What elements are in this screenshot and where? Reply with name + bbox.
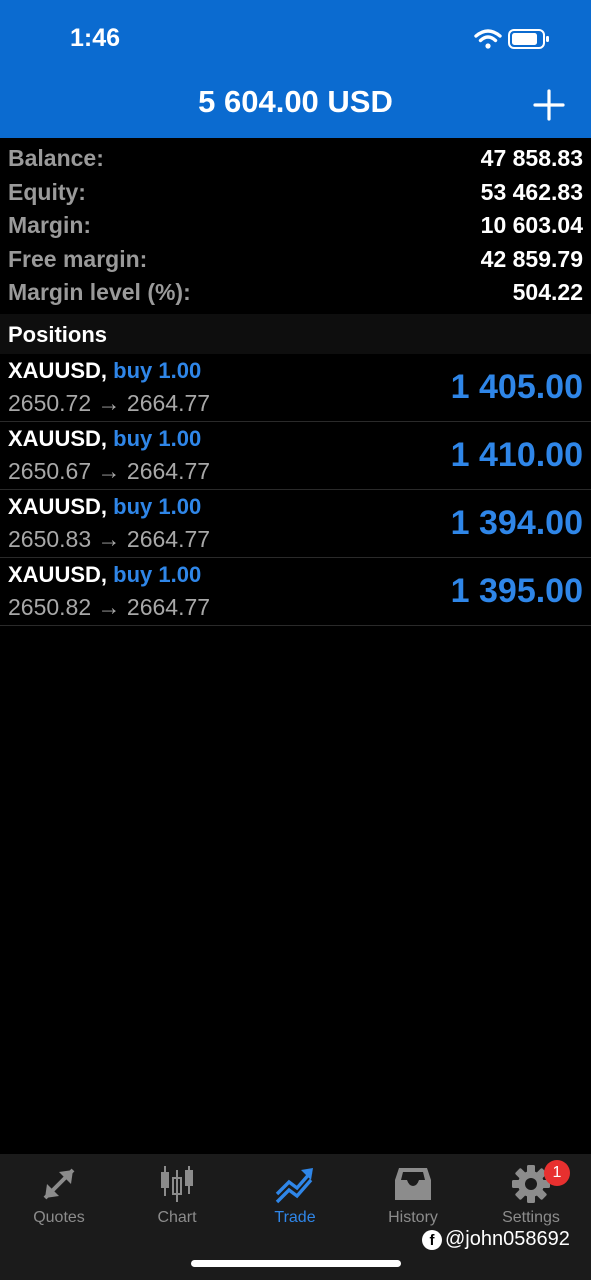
tab-label: Chart — [157, 1209, 197, 1226]
settings-notification-badge: 1 — [544, 1160, 570, 1186]
tab-label: Settings — [502, 1209, 560, 1226]
position-type: buy 1.00 — [113, 358, 202, 383]
position-title: XAUUSD, buy 1.00 — [8, 494, 201, 520]
facebook-icon: f — [422, 1229, 442, 1250]
positions-heading: Positions — [8, 322, 108, 347]
summary-row-margin-level: Margin level (%): 504.22 — [0, 276, 591, 310]
position-symbol: XAUUSD, — [8, 562, 108, 587]
account-summary: Balance: 47 858.83 Equity: 53 462.83 Mar… — [0, 142, 591, 310]
summary-value: 53 462.83 — [480, 178, 583, 205]
summary-label: Margin level (%): — [8, 279, 191, 306]
quotes-arrows-icon — [43, 1168, 75, 1200]
status-time: 1:46 — [70, 24, 121, 52]
summary-row-margin: Margin: 10 603.04 — [0, 209, 591, 243]
tab-label: Trade — [274, 1209, 316, 1226]
position-prices: 2650.82 → 2664.77 — [8, 594, 211, 620]
summary-value: 42 859.79 — [480, 245, 583, 272]
top-header: 1:46 5 604.00 USD — [0, 0, 591, 138]
summary-value: 504.22 — [512, 279, 583, 306]
position-profit: 1 394.00 — [450, 504, 583, 542]
tab-label: History — [388, 1209, 438, 1226]
watermark-text: @john058692 — [445, 1228, 570, 1251]
wifi-icon — [474, 29, 502, 49]
position-type: buy 1.00 — [113, 494, 202, 519]
position-title: XAUUSD, buy 1.00 — [8, 358, 201, 384]
candlestick-chart-icon — [161, 1166, 193, 1202]
position-row[interactable]: XAUUSD, buy 1.00 2650.83 → 2664.77 1 394… — [0, 490, 591, 558]
summary-row-free-margin: Free margin: 42 859.79 — [0, 243, 591, 277]
position-type: buy 1.00 — [113, 562, 202, 587]
summary-label: Margin: — [8, 212, 92, 239]
summary-label: Balance: — [8, 145, 104, 171]
position-profit: 1 405.00 — [450, 368, 583, 406]
summary-label: Equity: — [8, 178, 86, 205]
position-type: buy 1.00 — [113, 426, 202, 451]
position-symbol: XAUUSD, — [8, 494, 108, 519]
plus-icon[interactable] — [530, 86, 568, 124]
history-inbox-icon — [395, 1168, 431, 1200]
trade-trend-icon — [275, 1168, 313, 1204]
positions-section-header: Positions — [0, 314, 591, 354]
summary-row-balance: Balance: 47 858.83 — [0, 142, 591, 176]
summary-row-equity: Equity: 53 462.83 — [0, 176, 591, 210]
position-prices: 2650.83 → 2664.77 — [8, 526, 211, 552]
tab-chart[interactable]: Chart — [118, 1154, 236, 1244]
position-profit: 1 410.00 — [450, 436, 583, 474]
watermark: f @john058692 — [422, 1228, 570, 1254]
tab-label: Quotes — [33, 1209, 85, 1226]
account-total: 5 604.00 USD — [198, 84, 393, 119]
position-row[interactable]: XAUUSD, buy 1.00 2650.72 → 2664.77 1 405… — [0, 354, 591, 422]
position-title: XAUUSD, buy 1.00 — [8, 426, 201, 452]
home-indicator[interactable] — [191, 1260, 401, 1267]
position-row[interactable]: XAUUSD, buy 1.00 2650.82 → 2664.77 1 395… — [0, 558, 591, 626]
position-row[interactable]: XAUUSD, buy 1.00 2650.67 → 2664.77 1 410… — [0, 422, 591, 490]
tab-quotes[interactable]: Quotes — [0, 1154, 118, 1244]
position-profit: 1 395.00 — [450, 572, 583, 610]
position-prices: 2650.72 → 2664.77 — [8, 390, 211, 416]
tab-trade[interactable]: Trade — [236, 1154, 354, 1244]
positions-list: XAUUSD, buy 1.00 2650.72 → 2664.77 1 405… — [0, 354, 591, 626]
summary-label: Free margin: — [8, 245, 148, 272]
position-symbol: XAUUSD, — [8, 426, 108, 451]
position-symbol: XAUUSD, — [8, 358, 108, 383]
summary-value: 10 603.04 — [480, 212, 583, 239]
battery-icon — [508, 29, 549, 49]
summary-value: 47 858.83 — [480, 145, 583, 171]
position-title: XAUUSD, buy 1.00 — [8, 562, 201, 588]
position-prices: 2650.67 → 2664.77 — [8, 458, 211, 484]
